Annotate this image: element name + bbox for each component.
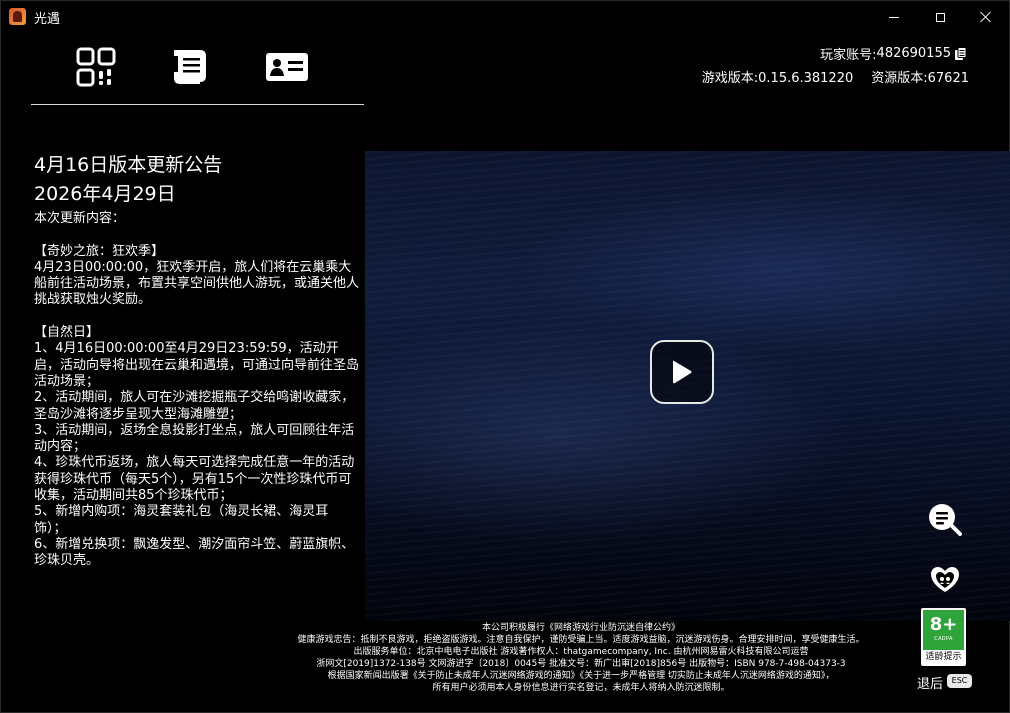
parental-guard-icon — [931, 567, 959, 592]
video-player[interactable] — [365, 151, 1010, 621]
game-version-value: 0.15.6.381220 — [758, 71, 854, 86]
age-rating-org: CADPA — [934, 636, 953, 642]
resource-version-label: 资源版本: — [871, 71, 928, 86]
announcement-date: 2026年4月29日 — [34, 183, 176, 205]
copy-icon[interactable] — [954, 46, 967, 61]
app-window: 光遇 玩家账号: 482690155 游戏版本:0.15.6.381220 资源… — [0, 0, 1010, 713]
play-button[interactable] — [650, 340, 714, 404]
maximize-icon — [935, 12, 945, 22]
maximize-button[interactable] — [917, 1, 963, 33]
title-bar: 光遇 — [1, 1, 1009, 33]
qr-code-button[interactable] — [74, 45, 118, 89]
nav-divider — [31, 104, 364, 105]
app-logo-icon — [9, 8, 26, 25]
close-icon — [980, 11, 992, 23]
play-icon — [673, 360, 692, 384]
chat-search-icon — [929, 504, 962, 536]
account-id: 482690155 — [876, 46, 951, 61]
announcement-panel: 4月16日版本更新公告 2026年4月29日 本次更新内容： 【奇妙之旅：狂欢季… — [34, 151, 359, 570]
age-rating-label: 适龄提示 — [925, 652, 962, 662]
legal-line: 健康游戏忠告：抵制不良游戏，拒绝盗版游戏。注意自我保护，谨防受骗上当。适度游戏益… — [297, 635, 865, 645]
esc-key-hint: ESC — [947, 674, 972, 688]
age-rating-value: 8+ — [929, 614, 958, 635]
game-version-label: 游戏版本: — [701, 71, 759, 86]
notice-button[interactable] — [168, 45, 212, 89]
account-info: 玩家账号: 482690155 — [820, 44, 967, 63]
age-rating-badge: 8+ CADPA 适龄提示 — [921, 608, 966, 666]
chat-search-button[interactable] — [926, 501, 964, 537]
announcement-title: 4月16日版本更新公告 — [34, 154, 223, 176]
window-title: 光遇 — [34, 12, 61, 27]
age-rating-panel: 8+ CADPA — [923, 610, 964, 650]
resource-version-value: 67621 — [927, 71, 969, 86]
account-label: 玩家账号: — [820, 48, 877, 63]
id-card-button[interactable] — [265, 45, 309, 89]
parental-guard-button[interactable] — [928, 564, 962, 596]
version-info: 游戏版本:0.15.6.381220 资源版本:67621 — [702, 67, 969, 86]
minimize-button[interactable] — [871, 1, 917, 33]
id-card-icon — [266, 53, 308, 81]
legal-line: 本公司积极履行《网络游戏行业防沉迷自律公约》 — [481, 623, 680, 633]
legal-line: 浙网文[2019]1372-138号 文网游进字〔2018〕0045号 批准文号… — [316, 659, 846, 669]
legal-footer: 本公司积极履行《网络游戏行业防沉迷自律公约》 健康游戏忠告：抵制不良游戏，拒绝盗… — [241, 622, 921, 694]
notice-scroll-icon — [174, 50, 206, 84]
minimize-icon — [889, 16, 899, 18]
legal-line: 所有用户必须用本人身份信息进行实名登记，未成年人将纳入防沉迷限制。 — [432, 683, 730, 693]
legal-line: 出版服务单位：北京中电电子出版社 游戏著作权人：thatgamecompany,… — [353, 647, 809, 657]
close-button[interactable] — [963, 1, 1009, 33]
legal-line: 根据国家新闻出版署《关于防止未成年人沉迷网络游戏的通知》《关于进一步严格管理 切… — [327, 671, 835, 681]
announcement-body: 本次更新内容： 【奇妙之旅：狂欢季】 4月23日00:00:00，狂欢季开启，旅… — [34, 211, 360, 569]
qr-code-icon — [76, 47, 116, 87]
